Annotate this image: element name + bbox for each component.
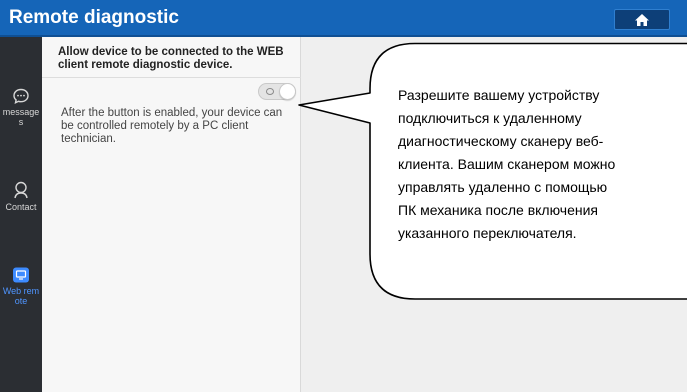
callout-line: управлять удаленно с помощью <box>398 179 608 195</box>
callout-line: диагностическому сканеру веб- <box>398 133 604 149</box>
callout-line: Разрешите вашему устройству <box>398 87 600 103</box>
callout-text: Разрешите вашему устройству подключиться… <box>398 84 687 245</box>
screen: Remote diagnostic message s Contact Web … <box>0 0 687 392</box>
callout-line: ПК механика после включения <box>398 202 599 218</box>
callout-line: подключиться к удаленному <box>398 110 582 126</box>
callout-line: клиента. Вашим сканером можно <box>398 156 616 172</box>
callout-line: указанного переключателя. <box>398 225 577 241</box>
